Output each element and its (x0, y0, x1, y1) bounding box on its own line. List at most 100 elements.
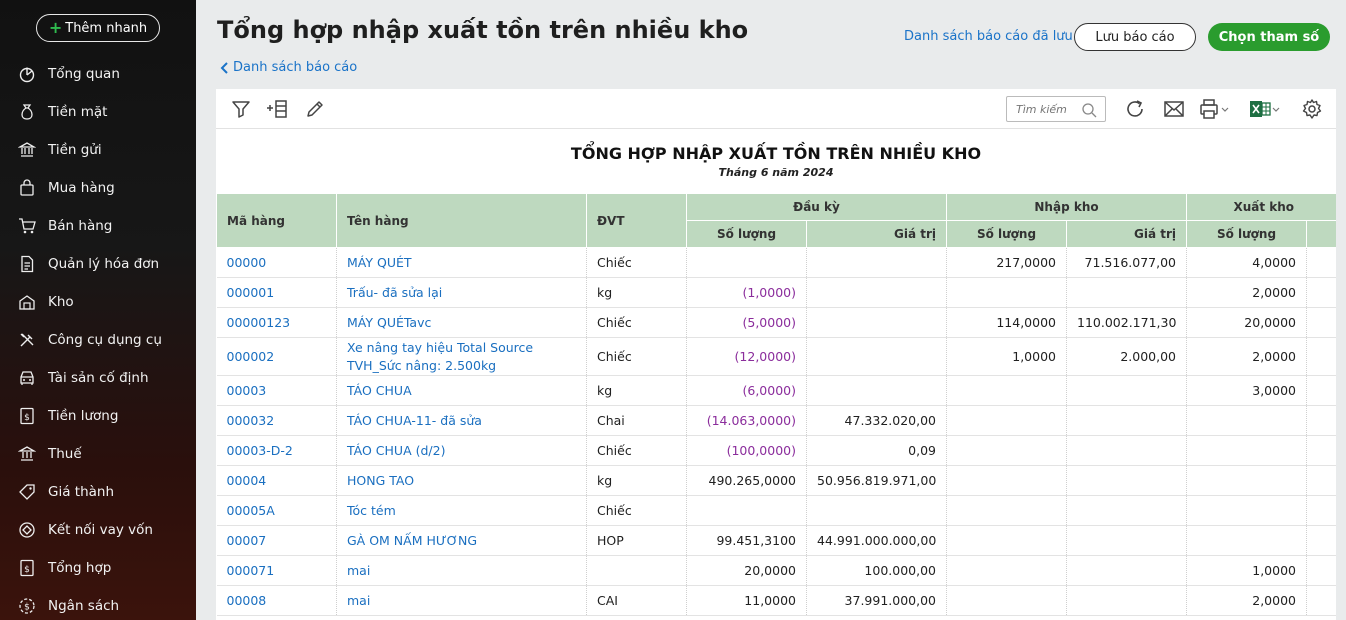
tax-icon (18, 446, 36, 461)
sidebar-item-cart[interactable]: Bán hàng (0, 207, 196, 245)
item-name-link[interactable]: TÁO CHUA-11- đã sửa (336, 405, 587, 436)
sidebar-item-invoice[interactable]: Quản lý hóa đơn (0, 245, 196, 283)
import-qty-cell: 114,0000 (946, 307, 1067, 338)
opening-qty-cell: (100,0000) (686, 435, 807, 466)
search-box[interactable] (1006, 96, 1106, 122)
item-name-link[interactable]: MÁY QUÉTavc (336, 307, 587, 338)
col-header-import-value[interactable]: Giá trị (1066, 220, 1187, 248)
svg-text:$: $ (24, 603, 30, 613)
filter-icon[interactable] (229, 97, 253, 121)
item-code-link[interactable]: 000032 (216, 405, 337, 436)
unit-cell: Chiếc (586, 495, 687, 526)
email-icon[interactable] (1162, 97, 1186, 121)
back-to-report-list-link[interactable]: Danh sách báo cáo (220, 60, 357, 75)
excel-export-icon[interactable] (1248, 97, 1282, 121)
item-code-link[interactable]: 00008 (216, 585, 337, 616)
item-code-link[interactable]: 00000 (216, 247, 337, 278)
item-code-link[interactable]: 00003-D-2 (216, 435, 337, 466)
export-extra-cell (1306, 525, 1336, 556)
table-row[interactable]: 000001 Trấu- đã sửa lại kg (1,0000) 2,0000 (216, 277, 1336, 308)
item-name-link[interactable]: mai (336, 555, 587, 586)
item-name-link[interactable]: TÁO CHUA (d/2) (336, 435, 587, 466)
col-group-opening: Đầu kỳ (686, 193, 947, 221)
import-value-cell: 2.000,00 (1066, 337, 1187, 376)
sidebar-item-loan[interactable]: Kết nối vay vốn (0, 511, 196, 549)
opening-qty-cell: (1,0000) (686, 277, 807, 308)
unit-cell: Chiếc (586, 435, 687, 466)
item-name-link[interactable]: TÁO CHUA (336, 375, 587, 406)
saved-reports-link[interactable]: Danh sách báo cáo đã lưu (904, 29, 1073, 44)
sidebar-item-label: Giá thành (48, 484, 115, 500)
report-title: TỔNG HỢP NHẬP XUẤT TỒN TRÊN NHIỀU KHO (570, 144, 982, 163)
col-header-unit[interactable]: ĐVT (586, 193, 687, 248)
item-code-link[interactable]: 00005A (216, 495, 337, 526)
col-header-import-qty[interactable]: Số lượng (946, 220, 1067, 248)
item-name-link[interactable]: Xe nâng tay hiệu Total Source TVH_Sức nâ… (336, 337, 587, 376)
item-name-link[interactable]: GÀ OM NẤM HƯƠNG (336, 525, 587, 556)
sidebar-item-warehouse[interactable]: Kho (0, 283, 196, 321)
price-tag-icon (19, 484, 35, 500)
item-name-link[interactable]: Tóc tém (336, 495, 587, 526)
opening-value-cell (806, 247, 947, 278)
save-report-button[interactable]: Lưu báo cáo (1074, 23, 1196, 51)
col-header-opening-value[interactable]: Giá trị (806, 220, 947, 248)
report-toolbar (216, 89, 1336, 129)
item-name-link[interactable]: mai (336, 585, 587, 616)
sidebar-item-money-bag[interactable]: Tiền mặt (0, 93, 196, 131)
settings-gear-icon[interactable] (1300, 97, 1324, 121)
sidebar-item-payroll[interactable]: $ Tiền lương (0, 397, 196, 435)
table-row[interactable]: 00000 MÁY QUÉT Chiếc 217,0000 71.516.077,00 4… (216, 247, 1336, 278)
export-extra-cell (1306, 435, 1336, 466)
import-value-cell (1066, 435, 1187, 466)
edit-pencil-icon[interactable] (303, 97, 327, 121)
table-row[interactable]: 00004 HONG TAO kg 490.265,0000 50.956.819.97… (216, 465, 1336, 496)
choose-parameters-button[interactable]: Chọn tham số (1208, 23, 1330, 51)
item-code-link[interactable]: 00007 (216, 525, 337, 556)
table-row[interactable]: 00003 TÁO CHUA kg (6,0000) 3,0000 (216, 375, 1336, 406)
sidebar-item-bank[interactable]: Tiền gửi (0, 131, 196, 169)
item-name-link[interactable]: HONG TAO (336, 465, 587, 496)
quick-add-button[interactable]: + Thêm nhanh (36, 14, 160, 42)
item-name-link[interactable]: MÁY QUÉT (336, 247, 587, 278)
sidebar-item-dashboard[interactable]: Tổng quan (0, 55, 196, 93)
refresh-icon[interactable] (1123, 97, 1147, 121)
item-code-link[interactable]: 000071 (216, 555, 337, 586)
import-value-cell: 110.002.171,30 (1066, 307, 1187, 338)
sidebar-item-car[interactable]: Tài sản cố định (0, 359, 196, 397)
print-icon[interactable] (1199, 97, 1231, 121)
table-row[interactable]: 00003-D-2 TÁO CHUA (d/2) Chiếc (100,0000) 0,… (216, 435, 1336, 466)
table-row[interactable]: 00007 GÀ OM NẤM HƯƠNG HOP 99.451,3100 44.991… (216, 525, 1336, 556)
table-row[interactable]: 00005A Tóc tém Chiếc (216, 495, 1336, 526)
col-header-name[interactable]: Tên hàng (336, 193, 587, 248)
table-row[interactable]: 000071 mai 20,0000 100.000,00 1,0000 (216, 555, 1336, 586)
table-row[interactable]: 000032 TÁO CHUA-11- đã sửa Chai (14.063,000… (216, 405, 1336, 436)
item-code-link[interactable]: 00003 (216, 375, 337, 406)
item-name-link[interactable]: Trấu- đã sửa lại (336, 277, 587, 308)
sidebar-item-label: Ngân sách (48, 598, 120, 614)
col-header-code[interactable]: Mã hàng (216, 193, 337, 248)
import-qty-cell (946, 405, 1067, 436)
sidebar-item-price-tag[interactable]: Giá thành (0, 473, 196, 511)
sidebar-item-budget[interactable]: $ Ngân sách (0, 587, 196, 620)
col-header-opening-qty[interactable]: Số lượng (686, 220, 807, 248)
col-header-export-qty[interactable]: Số lượng (1186, 220, 1307, 248)
item-code-link[interactable]: 00004 (216, 465, 337, 496)
export-qty-cell: 2,0000 (1186, 277, 1307, 308)
table-row[interactable]: 00000123 MÁY QUÉTavc Chiếc (5,0000) 114,0000… (216, 307, 1336, 338)
search-input[interactable] (1016, 102, 1080, 116)
sidebar-item-tax[interactable]: Thuế (0, 435, 196, 473)
money-bag-icon (21, 104, 33, 120)
import-value-cell (1066, 555, 1187, 586)
unit-cell: Chiếc (586, 247, 687, 278)
sidebar-item-summary[interactable]: $ Tổng hợp (0, 549, 196, 587)
export-qty-cell: 2,0000 (1186, 337, 1307, 376)
item-code-link[interactable]: 000001 (216, 277, 337, 308)
table-row[interactable]: 000002 Xe nâng tay hiệu Total Source TVH_… (216, 337, 1336, 376)
table-row[interactable]: 00008 mai CAI 11,0000 37.991.000,00 2,0000 (216, 585, 1336, 616)
sidebar-item-tools[interactable]: Công cụ dụng cụ (0, 321, 196, 359)
item-code-link[interactable]: 000002 (216, 337, 337, 376)
add-column-icon[interactable] (265, 97, 289, 121)
import-qty-cell (946, 555, 1067, 586)
sidebar-item-shopping-bag[interactable]: Mua hàng (0, 169, 196, 207)
item-code-link[interactable]: 00000123 (216, 307, 337, 338)
